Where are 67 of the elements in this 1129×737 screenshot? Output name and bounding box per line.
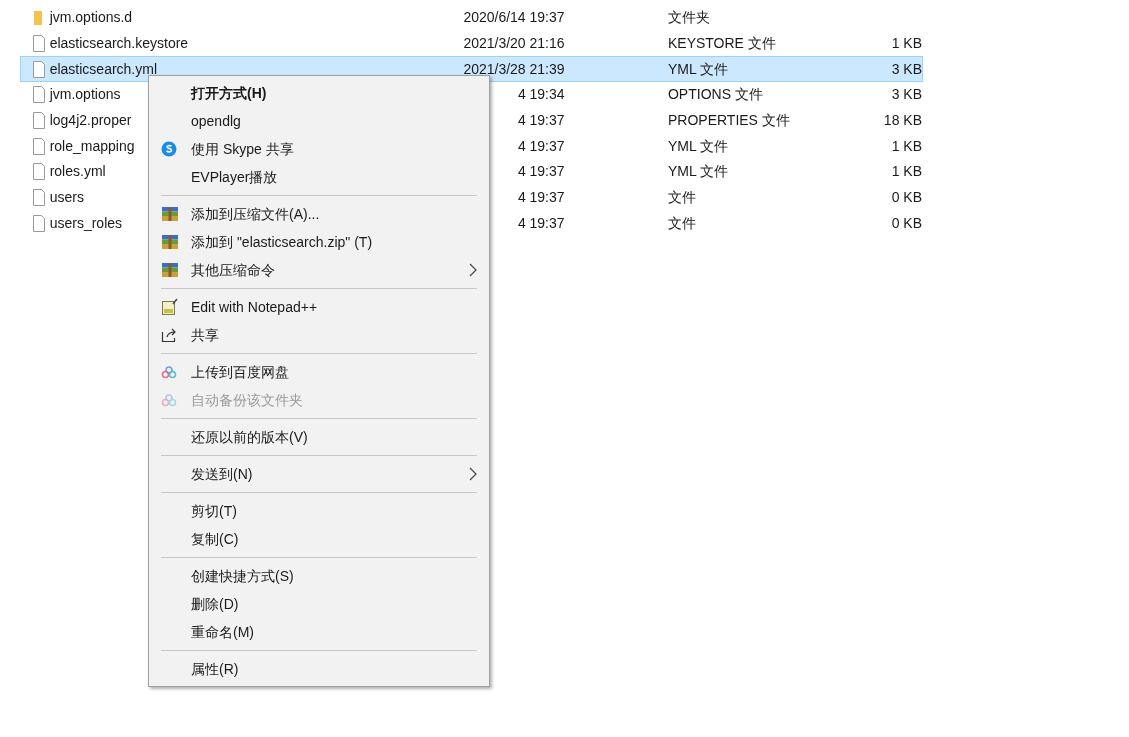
file-type: PROPERTIES 文件 — [667, 112, 790, 129]
file-name[interactable]: users_roles — [49, 214, 123, 231]
file-date: 2020/6/14 19:37 — [463, 8, 565, 28]
file-name[interactable]: elasticsearch.yml — [49, 60, 158, 77]
file-icon — [31, 137, 46, 155]
menu-item[interactable]: EVPlayer播放 — [149, 163, 489, 191]
menu-item[interactable]: 重命名(M) — [149, 618, 489, 646]
menu-item[interactable]: 打开方式(H) — [149, 79, 489, 107]
file-size: 0 KB — [891, 188, 922, 208]
menu-item[interactable]: 创建快捷方式(S) — [149, 562, 489, 590]
file-icon — [31, 189, 46, 207]
menu-item[interactable]: 共享 — [149, 321, 489, 349]
archive-icon — [161, 234, 179, 250]
menu-item[interactable]: Edit with Notepad++ — [149, 293, 489, 321]
file-type: 文件 — [667, 214, 696, 231]
menu-item[interactable]: 添加到压缩文件(A)... — [149, 200, 489, 228]
file-size: 0 KB — [891, 213, 922, 233]
file-type: KEYSTORE 文件 — [667, 35, 776, 52]
file-date: 4 19:37 — [517, 162, 565, 182]
file-name[interactable]: jvm.options — [49, 86, 121, 103]
file-date: 2021/3/20 21:16 — [463, 34, 565, 54]
archive-icon — [161, 262, 179, 278]
file-size: 3 KB — [891, 59, 922, 79]
menu-item[interactable]: 还原以前的版本(V) — [149, 423, 489, 451]
file-date: 4 19:37 — [517, 111, 565, 131]
file-icon — [31, 163, 46, 181]
file-type: YML 文件 — [667, 163, 729, 180]
menu-item[interactable]: 剪切(T) — [149, 497, 489, 525]
file-date: 4 19:34 — [517, 85, 565, 105]
file-size: 1 KB — [891, 136, 922, 156]
file-icon — [31, 112, 46, 130]
file-name[interactable]: jvm.options.d — [49, 9, 133, 26]
file-icon — [31, 86, 46, 104]
file-type: 文件 — [667, 189, 696, 206]
file-name[interactable]: users — [49, 189, 84, 206]
menu-item[interactable]: 上传到百度网盘 — [149, 358, 489, 386]
file-size: 1 KB — [891, 34, 922, 54]
file-size: 18 KB — [883, 111, 922, 131]
file-date: 4 19:37 — [517, 213, 565, 233]
file-type: YML 文件 — [667, 137, 729, 154]
menu-item[interactable]: 其他压缩命令 — [149, 256, 489, 284]
menu-item[interactable]: 复制(C) — [149, 525, 489, 553]
file-date: 2021/3/28 21:39 — [463, 59, 565, 79]
file-name[interactable]: role_mapping — [49, 137, 135, 154]
file-date: 4 19:37 — [517, 136, 565, 156]
menu-item[interactable]: 删除(D) — [149, 590, 489, 618]
file-date: 4 19:37 — [517, 188, 565, 208]
file-type: OPTIONS 文件 — [667, 86, 763, 103]
file-name[interactable]: elasticsearch.keystore — [49, 35, 189, 52]
archive-icon — [161, 206, 179, 222]
menu-item[interactable]: opendlg — [149, 107, 489, 135]
file-icon — [31, 214, 46, 232]
menu-item[interactable]: 添加到 "elasticsearch.zip" (T) — [149, 228, 489, 256]
file-size: 3 KB — [891, 85, 922, 105]
file-size: 1 KB — [891, 162, 922, 182]
menu-item[interactable]: 使用 Skype 共享 — [149, 135, 489, 163]
skype-icon — [161, 141, 177, 157]
share-icon — [161, 327, 177, 343]
file-name[interactable]: log4j2.proper — [49, 112, 132, 129]
file-type: YML 文件 — [667, 60, 729, 77]
file-icon — [31, 60, 46, 78]
file-type: 文件夹 — [667, 9, 710, 26]
menu-item[interactable]: 属性(R) — [149, 655, 489, 683]
notepad-icon — [161, 298, 179, 316]
menu-item[interactable]: 发送到(N) — [149, 460, 489, 488]
file-icon — [31, 35, 46, 53]
file-name[interactable]: roles.yml — [49, 163, 106, 180]
